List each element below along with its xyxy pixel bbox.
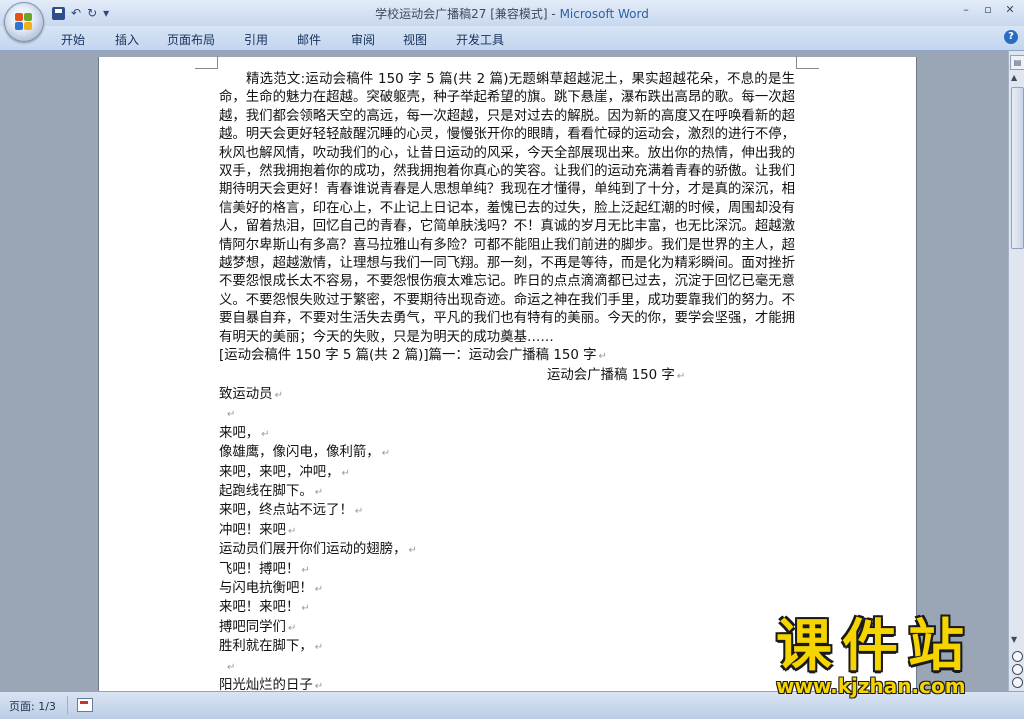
close-button[interactable]: ✕ bbox=[1002, 3, 1018, 16]
next-page-icon[interactable] bbox=[1012, 677, 1023, 688]
poem-line: ↵ bbox=[227, 661, 236, 673]
poem-line: 来吧， ↵ bbox=[219, 425, 270, 441]
ribbon-tabs: 开始 插入 页面布局 引用 邮件 审阅 视图 开发工具 ? bbox=[0, 26, 1024, 51]
proofing-icon[interactable] bbox=[77, 698, 93, 712]
tab-references[interactable]: 引用 bbox=[244, 31, 268, 48]
poem-line: 冲吧！来吧 ↵ bbox=[219, 522, 297, 538]
page-indicator[interactable]: 页面: 1/3 bbox=[9, 698, 56, 714]
site-watermark: 课件站 www.kjzhan.com bbox=[776, 614, 1008, 699]
poem-line: 飞吧！搏吧！ ↵ bbox=[219, 561, 310, 577]
document-body[interactable]: 精选范文:运动会稿件 150 字 5 篇(共 2 篇)无题蝌草超越泥土，果实超越… bbox=[219, 71, 795, 696]
window-controls: – ▫ ✕ bbox=[958, 3, 1018, 16]
heading-line: [运动会稿件 150 字 5 篇(共 2 篇)]篇一：运动会广播稿 150 字 ↵ bbox=[219, 348, 607, 364]
help-icon[interactable]: ? bbox=[1004, 30, 1018, 44]
scroll-down-icon[interactable]: ▼ bbox=[1011, 635, 1017, 644]
watermark-title: 课件站 bbox=[776, 614, 974, 679]
previous-page-icon[interactable] bbox=[1012, 651, 1023, 662]
tab-page-layout[interactable]: 页面布局 bbox=[167, 31, 215, 48]
select-browse-object-icon[interactable] bbox=[1012, 664, 1023, 675]
tab-developer[interactable]: 开发工具 bbox=[456, 31, 504, 48]
tab-home[interactable]: 开始 bbox=[61, 31, 85, 48]
poem-line: 来吧！来吧！ ↵ bbox=[219, 600, 310, 616]
subtitle-line: 运动会广播稿 150 字 ↵ bbox=[547, 367, 686, 383]
margin-corner-mark bbox=[195, 56, 218, 69]
view-ruler-icon[interactable]: ▤ bbox=[1010, 55, 1024, 70]
poem-line: 胜利就在脚下， ↵ bbox=[219, 639, 324, 655]
poem-line: 致运动员 ↵ bbox=[219, 386, 283, 402]
poem-line: 像雄鹰，像闪电，像利箭， ↵ bbox=[219, 445, 391, 461]
scroll-thumb[interactable] bbox=[1011, 87, 1024, 249]
document-title: 学校运动会广播稿27 [兼容模式] - bbox=[375, 7, 560, 21]
status-divider bbox=[67, 696, 68, 714]
poem-line: 与闪电抗衡吧！ ↵ bbox=[219, 580, 324, 596]
office-logo-icon bbox=[15, 13, 33, 31]
tab-insert[interactable]: 插入 bbox=[115, 31, 139, 48]
document-workspace: 精选范文:运动会稿件 150 字 5 篇(共 2 篇)无题蝌草超越泥土，果实超越… bbox=[0, 51, 1008, 697]
office-button[interactable] bbox=[4, 2, 44, 42]
poem-line: ↵ bbox=[227, 409, 236, 421]
poem-line: 起跑线在脚下。 ↵ bbox=[219, 483, 324, 499]
body-paragraph: 精选范文:运动会稿件 150 字 5 篇(共 2 篇)无题蝌草超越泥土，果实超越… bbox=[219, 72, 795, 345]
app-name: Microsoft Word bbox=[559, 7, 649, 21]
tab-view[interactable]: 视图 bbox=[403, 31, 427, 48]
document-page[interactable]: 精选范文:运动会稿件 150 字 5 篇(共 2 篇)无题蝌草超越泥土，果实超越… bbox=[98, 56, 917, 697]
window-title: 学校运动会广播稿27 [兼容模式] - Microsoft Word bbox=[0, 5, 1024, 22]
margin-corner-mark bbox=[796, 56, 819, 69]
poem-line: 来吧，来吧，冲吧， ↵ bbox=[219, 464, 350, 480]
poem-line: 搏吧同学们 ↵ bbox=[219, 619, 297, 635]
minimize-button[interactable]: – bbox=[958, 3, 974, 16]
tab-mailings[interactable]: 邮件 bbox=[297, 31, 321, 48]
scroll-up-icon[interactable]: ▲ bbox=[1011, 73, 1017, 82]
poem-line: 运动员们展开你们运动的翅膀， ↵ bbox=[219, 542, 417, 558]
vertical-scrollbar[interactable]: ▤ ▲ ▼ bbox=[1008, 51, 1024, 691]
title-bar: ↶ ↻ ▾ 学校运动会广播稿27 [兼容模式] - Microsoft Word… bbox=[0, 0, 1024, 26]
poem-line: 来吧，终点站不远了！ ↵ bbox=[219, 503, 364, 519]
restore-button[interactable]: ▫ bbox=[980, 3, 996, 16]
tab-review[interactable]: 审阅 bbox=[351, 31, 375, 48]
